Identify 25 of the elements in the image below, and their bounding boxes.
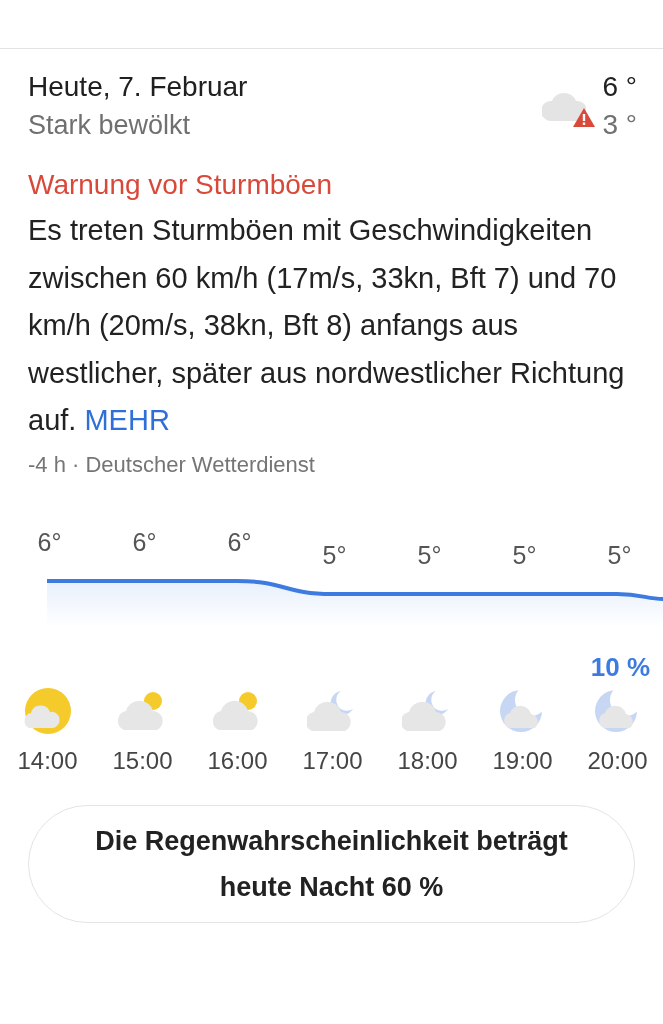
- hour-time: 20:00: [587, 746, 648, 775]
- hour-time: 19:00: [492, 746, 553, 775]
- rain-probability-button[interactable]: Die Regenwahrscheinlichkeit beträgt heute Nacht 60 %: [28, 804, 635, 923]
- hour-time: 18:00: [397, 746, 458, 775]
- high-temperature: 6 °: [602, 70, 637, 104]
- low-temperature: 3 °: [602, 108, 637, 142]
- hour-temperature: 6°: [36, 526, 62, 558]
- hour-time: 15:00: [112, 746, 173, 775]
- warning-text: Es treten Sturmböen mit Geschwindigkeiten zwischen 60 km/h (17m/s, 33kn, Bft 7) und 70 km/h (20m/s, 38kn, Bft 8) anfangs aus westlicher, später aus nordwestlicher Richtung auf. MEHR: [28, 213, 626, 438]
- warning-source: -4 h · Deutscher Wetterdienst: [28, 450, 316, 479]
- hour-temperature: 5°: [321, 539, 347, 571]
- more-link[interactable]: MEHR: [84, 404, 170, 436]
- hour-temperature: 6°: [226, 526, 252, 558]
- date-title: Heute, 7. Februar: [28, 70, 249, 104]
- warning-title: Warnung vor Sturmböen: [28, 168, 333, 202]
- hour-temperature: 5°: [606, 539, 632, 571]
- condition-text: Stark bewölkt: [28, 109, 192, 142]
- precipitation-chance: 10 %: [590, 651, 651, 683]
- hour-temperature: 6°: [131, 526, 157, 558]
- sun-cloud-icon: [22, 685, 73, 736]
- hour-time: 16:00: [207, 746, 268, 775]
- hour-time: 17:00: [302, 746, 363, 775]
- hour-temperature: 5°: [416, 539, 442, 571]
- hour-time: 14:00: [17, 746, 78, 775]
- hour-temperature: 5°: [511, 539, 537, 571]
